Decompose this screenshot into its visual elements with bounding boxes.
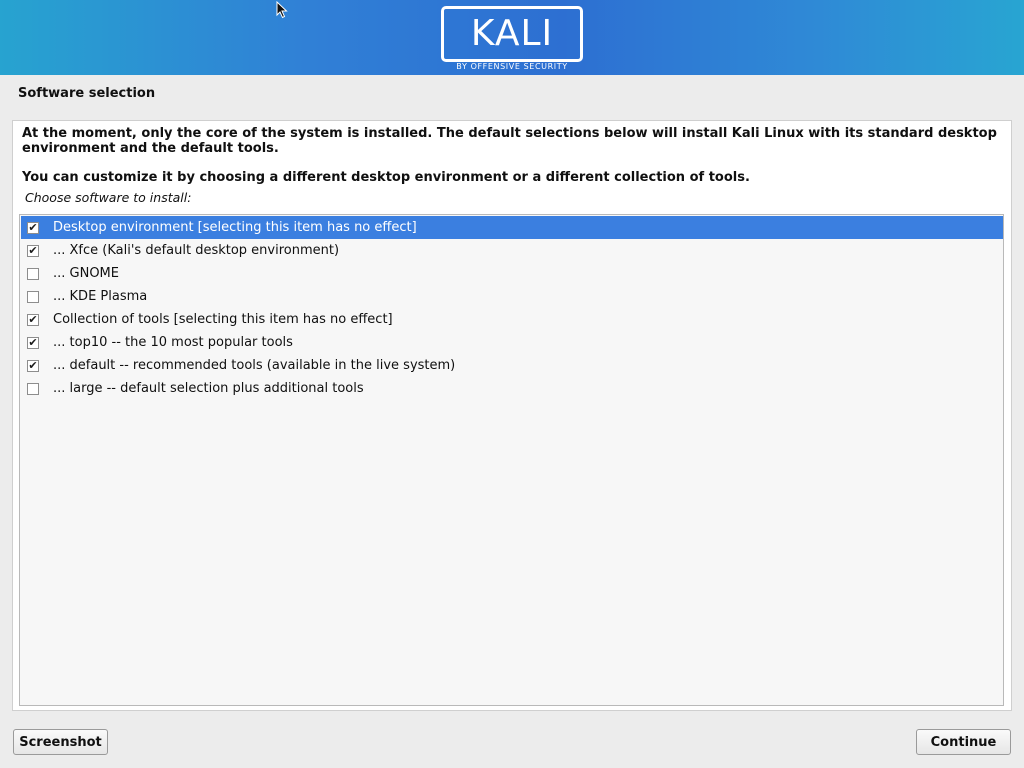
software-item[interactable]: ... GNOME — [21, 262, 1003, 285]
software-item[interactable]: ✔ ... top10 -- the 10 most popular tools — [21, 331, 1003, 354]
software-item[interactable]: ... KDE Plasma — [21, 285, 1003, 308]
choose-software-prompt: Choose software to install: — [25, 190, 192, 205]
kali-logo-text: KALI — [470, 13, 554, 54]
continue-button[interactable]: Continue — [916, 729, 1011, 755]
kali-logo: KALI — [441, 6, 583, 62]
software-item[interactable]: ✔ Desktop environment [selecting this ite… — [21, 216, 1003, 239]
description-paragraph-2: You can customize it by choosing a diffe… — [22, 170, 750, 185]
checkbox-unchecked-icon[interactable] — [27, 290, 39, 303]
software-item-label: Desktop environment [selecting this item… — [53, 220, 417, 235]
software-item-label: ... Xfce (Kali's default desktop environ… — [53, 243, 340, 258]
software-item-label: ... large -- default selection plus addi… — [53, 381, 364, 396]
checkbox-checked-icon[interactable]: ✔ — [27, 313, 39, 326]
checkbox-unchecked-icon[interactable] — [27, 267, 39, 280]
kali-banner: KALI BY OFFENSIVE SECURITY — [0, 0, 1024, 75]
software-item[interactable]: ✔ ... Xfce (Kali's default desktop enviro… — [21, 239, 1003, 262]
software-item-label: Collection of tools [selecting this item… — [53, 312, 393, 327]
software-selection-list[interactable]: ✔ Desktop environment [selecting this ite… — [19, 214, 1004, 706]
software-item[interactable]: ... large -- default selection plus addi… — [21, 377, 1003, 400]
kali-logo-subtitle: BY OFFENSIVE SECURITY — [456, 62, 568, 71]
checkbox-unchecked-icon[interactable] — [27, 382, 39, 395]
software-item-label: ... default -- recommended tools (availa… — [53, 358, 456, 373]
checkbox-checked-icon[interactable]: ✔ — [27, 359, 39, 372]
checkbox-checked-icon[interactable]: ✔ — [27, 244, 39, 257]
mouse-pointer-icon — [276, 1, 288, 19]
checkbox-checked-icon[interactable]: ✔ — [27, 336, 39, 349]
software-item-label: ... GNOME — [53, 266, 119, 281]
software-item[interactable]: ✔ Collection of tools [selecting this ite… — [21, 308, 1003, 331]
description-paragraph-1: At the moment, only the core of the syst… — [22, 126, 997, 156]
software-item[interactable]: ✔ ... default -- recommended tools (avail… — [21, 354, 1003, 377]
software-item-label: ... KDE Plasma — [53, 289, 148, 304]
page-title: Software selection — [18, 86, 156, 101]
software-item-label: ... top10 -- the 10 most popular tools — [53, 335, 293, 350]
screenshot-button[interactable]: Screenshot — [13, 729, 108, 755]
checkbox-checked-icon[interactable]: ✔ — [27, 221, 39, 234]
